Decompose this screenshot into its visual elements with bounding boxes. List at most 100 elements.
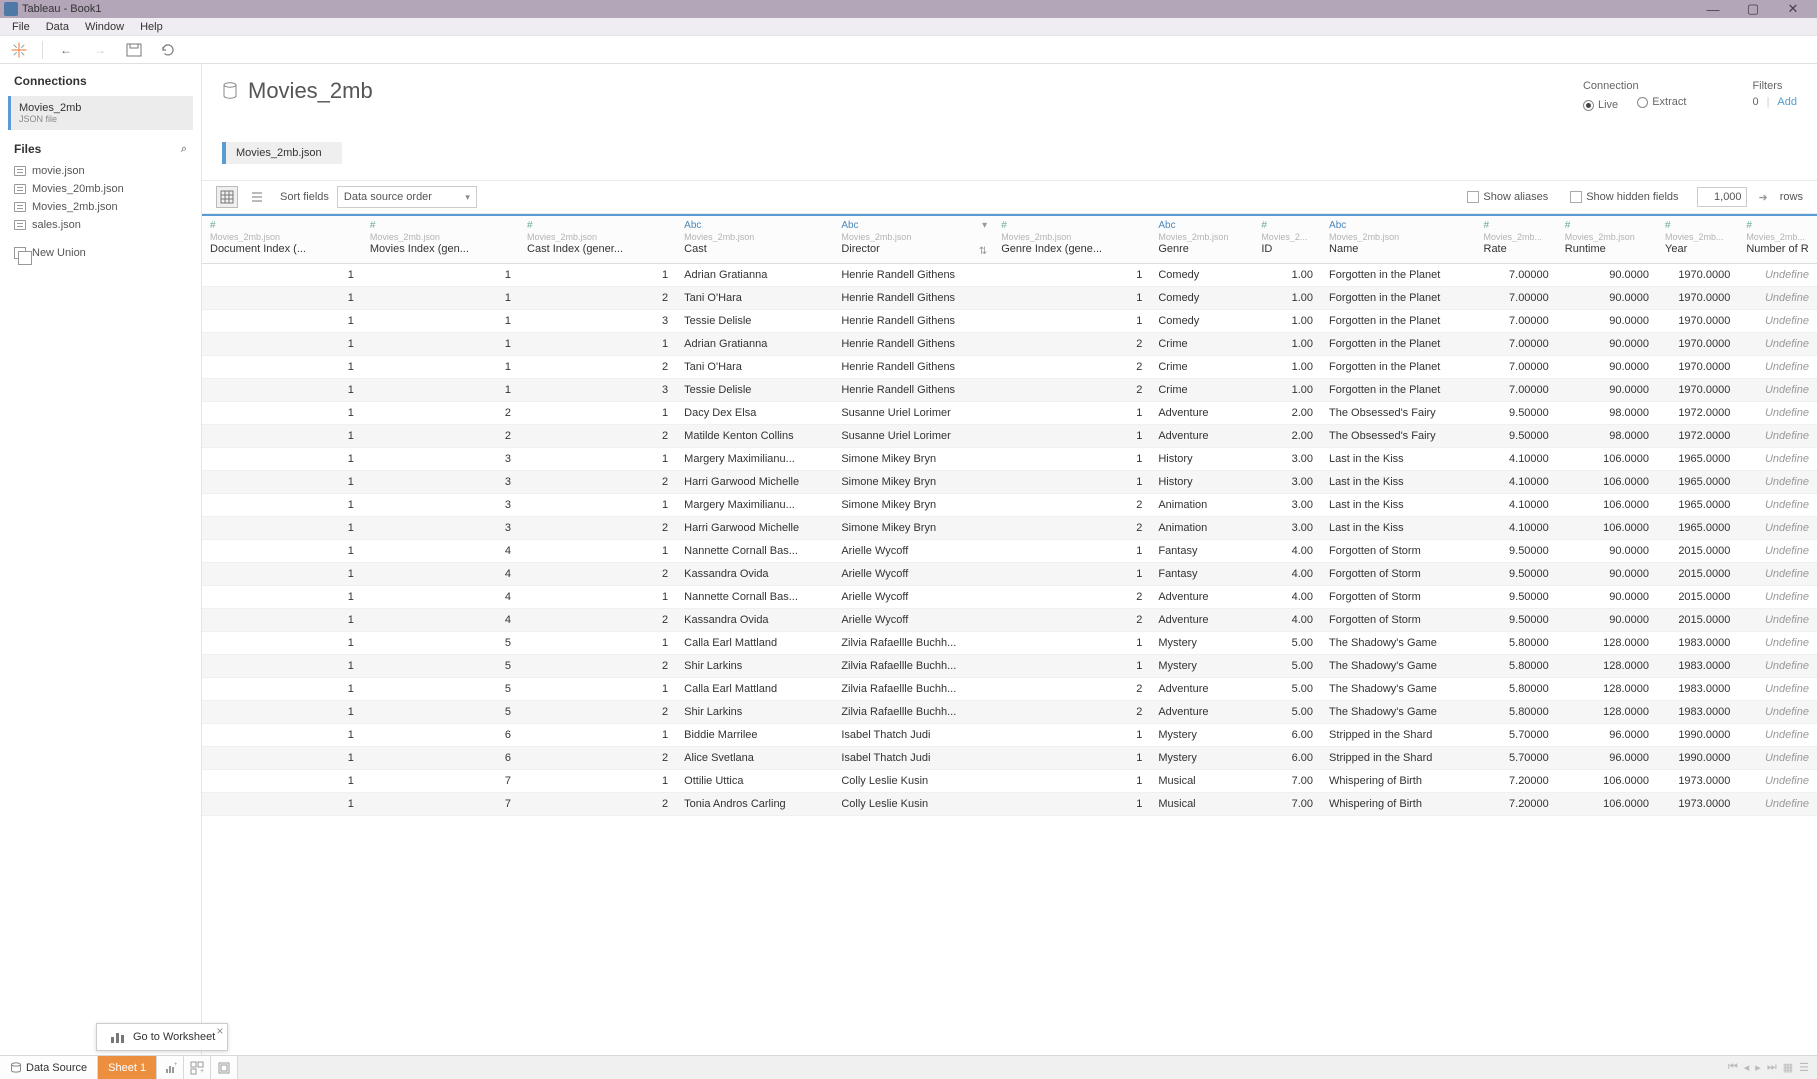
table-cell[interactable]: 2: [362, 401, 519, 424]
table-cell[interactable]: Undefine: [1738, 378, 1817, 401]
table-cell[interactable]: 1: [993, 309, 1150, 332]
table-cell[interactable]: 1: [202, 539, 362, 562]
table-cell[interactable]: 1: [993, 286, 1150, 309]
table-cell[interactable]: Nannette Cornall Bas...: [676, 539, 833, 562]
table-cell[interactable]: Zilvia Rafaellle Buchh...: [833, 700, 993, 723]
table-cell[interactable]: 1970.0000: [1657, 355, 1738, 378]
table-cell[interactable]: 128.0000: [1557, 631, 1657, 654]
table-cell[interactable]: 5.80000: [1476, 654, 1557, 677]
table-cell[interactable]: 7.20000: [1476, 792, 1557, 815]
new-union[interactable]: New Union: [8, 244, 193, 262]
table-cell[interactable]: 9.50000: [1476, 401, 1557, 424]
table-row[interactable]: 131Margery Maximilianu...Simone Mikey Br…: [202, 447, 1817, 470]
table-cell[interactable]: 2: [993, 493, 1150, 516]
connection-item[interactable]: Movies_2mb JSON file: [8, 96, 193, 130]
table-cell[interactable]: Shir Larkins: [676, 654, 833, 677]
table-cell[interactable]: 5: [362, 700, 519, 723]
table-cell[interactable]: 3.00: [1253, 516, 1321, 539]
table-cell[interactable]: 106.0000: [1557, 470, 1657, 493]
table-cell[interactable]: Adventure: [1150, 700, 1253, 723]
table-cell[interactable]: Animation: [1150, 516, 1253, 539]
table-cell[interactable]: 2: [993, 355, 1150, 378]
table-cell[interactable]: 7.20000: [1476, 769, 1557, 792]
file-item[interactable]: Movies_2mb.json: [8, 198, 193, 216]
table-cell[interactable]: Undefine: [1738, 792, 1817, 815]
table-cell[interactable]: Comedy: [1150, 309, 1253, 332]
table-cell[interactable]: 128.0000: [1557, 700, 1657, 723]
file-item[interactable]: Movies_20mb.json: [8, 180, 193, 198]
table-cell[interactable]: The Shadowy's Game: [1321, 677, 1475, 700]
table-cell[interactable]: 3: [362, 470, 519, 493]
table-cell[interactable]: 4: [362, 562, 519, 585]
table-cell[interactable]: 2: [362, 424, 519, 447]
table-cell[interactable]: Tani O'Hara: [676, 355, 833, 378]
table-cell[interactable]: 2: [519, 608, 676, 631]
forward-button[interactable]: →: [89, 39, 111, 61]
table-cell[interactable]: 5.00: [1253, 700, 1321, 723]
table-cell[interactable]: 1.00: [1253, 355, 1321, 378]
table-cell[interactable]: Forgotten in the Planet: [1321, 332, 1475, 355]
table-cell[interactable]: 6: [362, 746, 519, 769]
table-cell[interactable]: Arielle Wycoff: [833, 539, 993, 562]
table-cell[interactable]: History: [1150, 470, 1253, 493]
sort-icon[interactable]: ⇅: [979, 246, 987, 257]
table-cell[interactable]: 1: [519, 585, 676, 608]
sort-order-select[interactable]: Data source order ▾: [337, 186, 477, 208]
table-cell[interactable]: 4.10000: [1476, 447, 1557, 470]
table-cell[interactable]: 5: [362, 654, 519, 677]
table-row[interactable]: 121Dacy Dex ElsaSusanne Uriel Lorimer1Ad…: [202, 401, 1817, 424]
table-pill[interactable]: Movies_2mb.json: [222, 142, 342, 164]
table-cell[interactable]: 128.0000: [1557, 654, 1657, 677]
new-worksheet-button[interactable]: +: [157, 1056, 184, 1079]
table-cell[interactable]: 4.10000: [1476, 516, 1557, 539]
table-cell[interactable]: 3: [362, 447, 519, 470]
table-cell[interactable]: Margery Maximilianu...: [676, 447, 833, 470]
table-cell[interactable]: 1: [202, 263, 362, 286]
table-cell[interactable]: 1: [519, 677, 676, 700]
table-cell[interactable]: 4: [362, 539, 519, 562]
table-cell[interactable]: 1: [519, 447, 676, 470]
table-cell[interactable]: 9.50000: [1476, 539, 1557, 562]
table-row[interactable]: 162Alice SvetlanaIsabel Thatch Judi1Myst…: [202, 746, 1817, 769]
table-cell[interactable]: 1970.0000: [1657, 332, 1738, 355]
table-cell[interactable]: Undefine: [1738, 723, 1817, 746]
radio-extract[interactable]: Extract: [1637, 96, 1686, 108]
table-cell[interactable]: Undefine: [1738, 263, 1817, 286]
table-cell[interactable]: Forgotten in the Planet: [1321, 309, 1475, 332]
tab-first-icon[interactable]: ⏮: [1728, 1061, 1738, 1074]
table-cell[interactable]: 1: [202, 424, 362, 447]
table-cell[interactable]: Adventure: [1150, 677, 1253, 700]
table-cell[interactable]: Tonia Andros Carling: [676, 792, 833, 815]
table-cell[interactable]: 1: [993, 447, 1150, 470]
tab-data-source[interactable]: Data Source: [0, 1056, 98, 1079]
table-cell[interactable]: 1: [993, 424, 1150, 447]
table-cell[interactable]: 1: [202, 769, 362, 792]
refresh-button[interactable]: [157, 39, 179, 61]
table-cell[interactable]: 3: [362, 493, 519, 516]
table-cell[interactable]: 1: [202, 677, 362, 700]
table-cell[interactable]: 2: [993, 332, 1150, 355]
table-cell[interactable]: Undefine: [1738, 332, 1817, 355]
tab-last-icon[interactable]: ⏭: [1767, 1061, 1777, 1074]
table-cell[interactable]: 1.00: [1253, 309, 1321, 332]
table-cell[interactable]: 1: [993, 539, 1150, 562]
show-aliases-checkbox[interactable]: Show aliases: [1467, 191, 1548, 203]
table-row[interactable]: 141Nannette Cornall Bas...Arielle Wycoff…: [202, 539, 1817, 562]
table-cell[interactable]: Stripped in the Shard: [1321, 723, 1475, 746]
table-cell[interactable]: Simone Mikey Bryn: [833, 516, 993, 539]
table-cell[interactable]: Dacy Dex Elsa: [676, 401, 833, 424]
table-cell[interactable]: 98.0000: [1557, 401, 1657, 424]
tab-filmstrip-icon[interactable]: ☰: [1799, 1061, 1809, 1074]
table-cell[interactable]: Undefine: [1738, 677, 1817, 700]
table-cell[interactable]: Undefine: [1738, 539, 1817, 562]
table-cell[interactable]: History: [1150, 447, 1253, 470]
table-cell[interactable]: 90.0000: [1557, 263, 1657, 286]
table-cell[interactable]: 1: [202, 493, 362, 516]
table-cell[interactable]: 5.00: [1253, 631, 1321, 654]
table-cell[interactable]: 6.00: [1253, 723, 1321, 746]
column-header[interactable]: #Movies_2...ID: [1253, 215, 1321, 263]
table-row[interactable]: 141Nannette Cornall Bas...Arielle Wycoff…: [202, 585, 1817, 608]
table-cell[interactable]: Adventure: [1150, 424, 1253, 447]
table-cell[interactable]: Harri Garwood Michelle: [676, 516, 833, 539]
table-cell[interactable]: 1983.0000: [1657, 654, 1738, 677]
